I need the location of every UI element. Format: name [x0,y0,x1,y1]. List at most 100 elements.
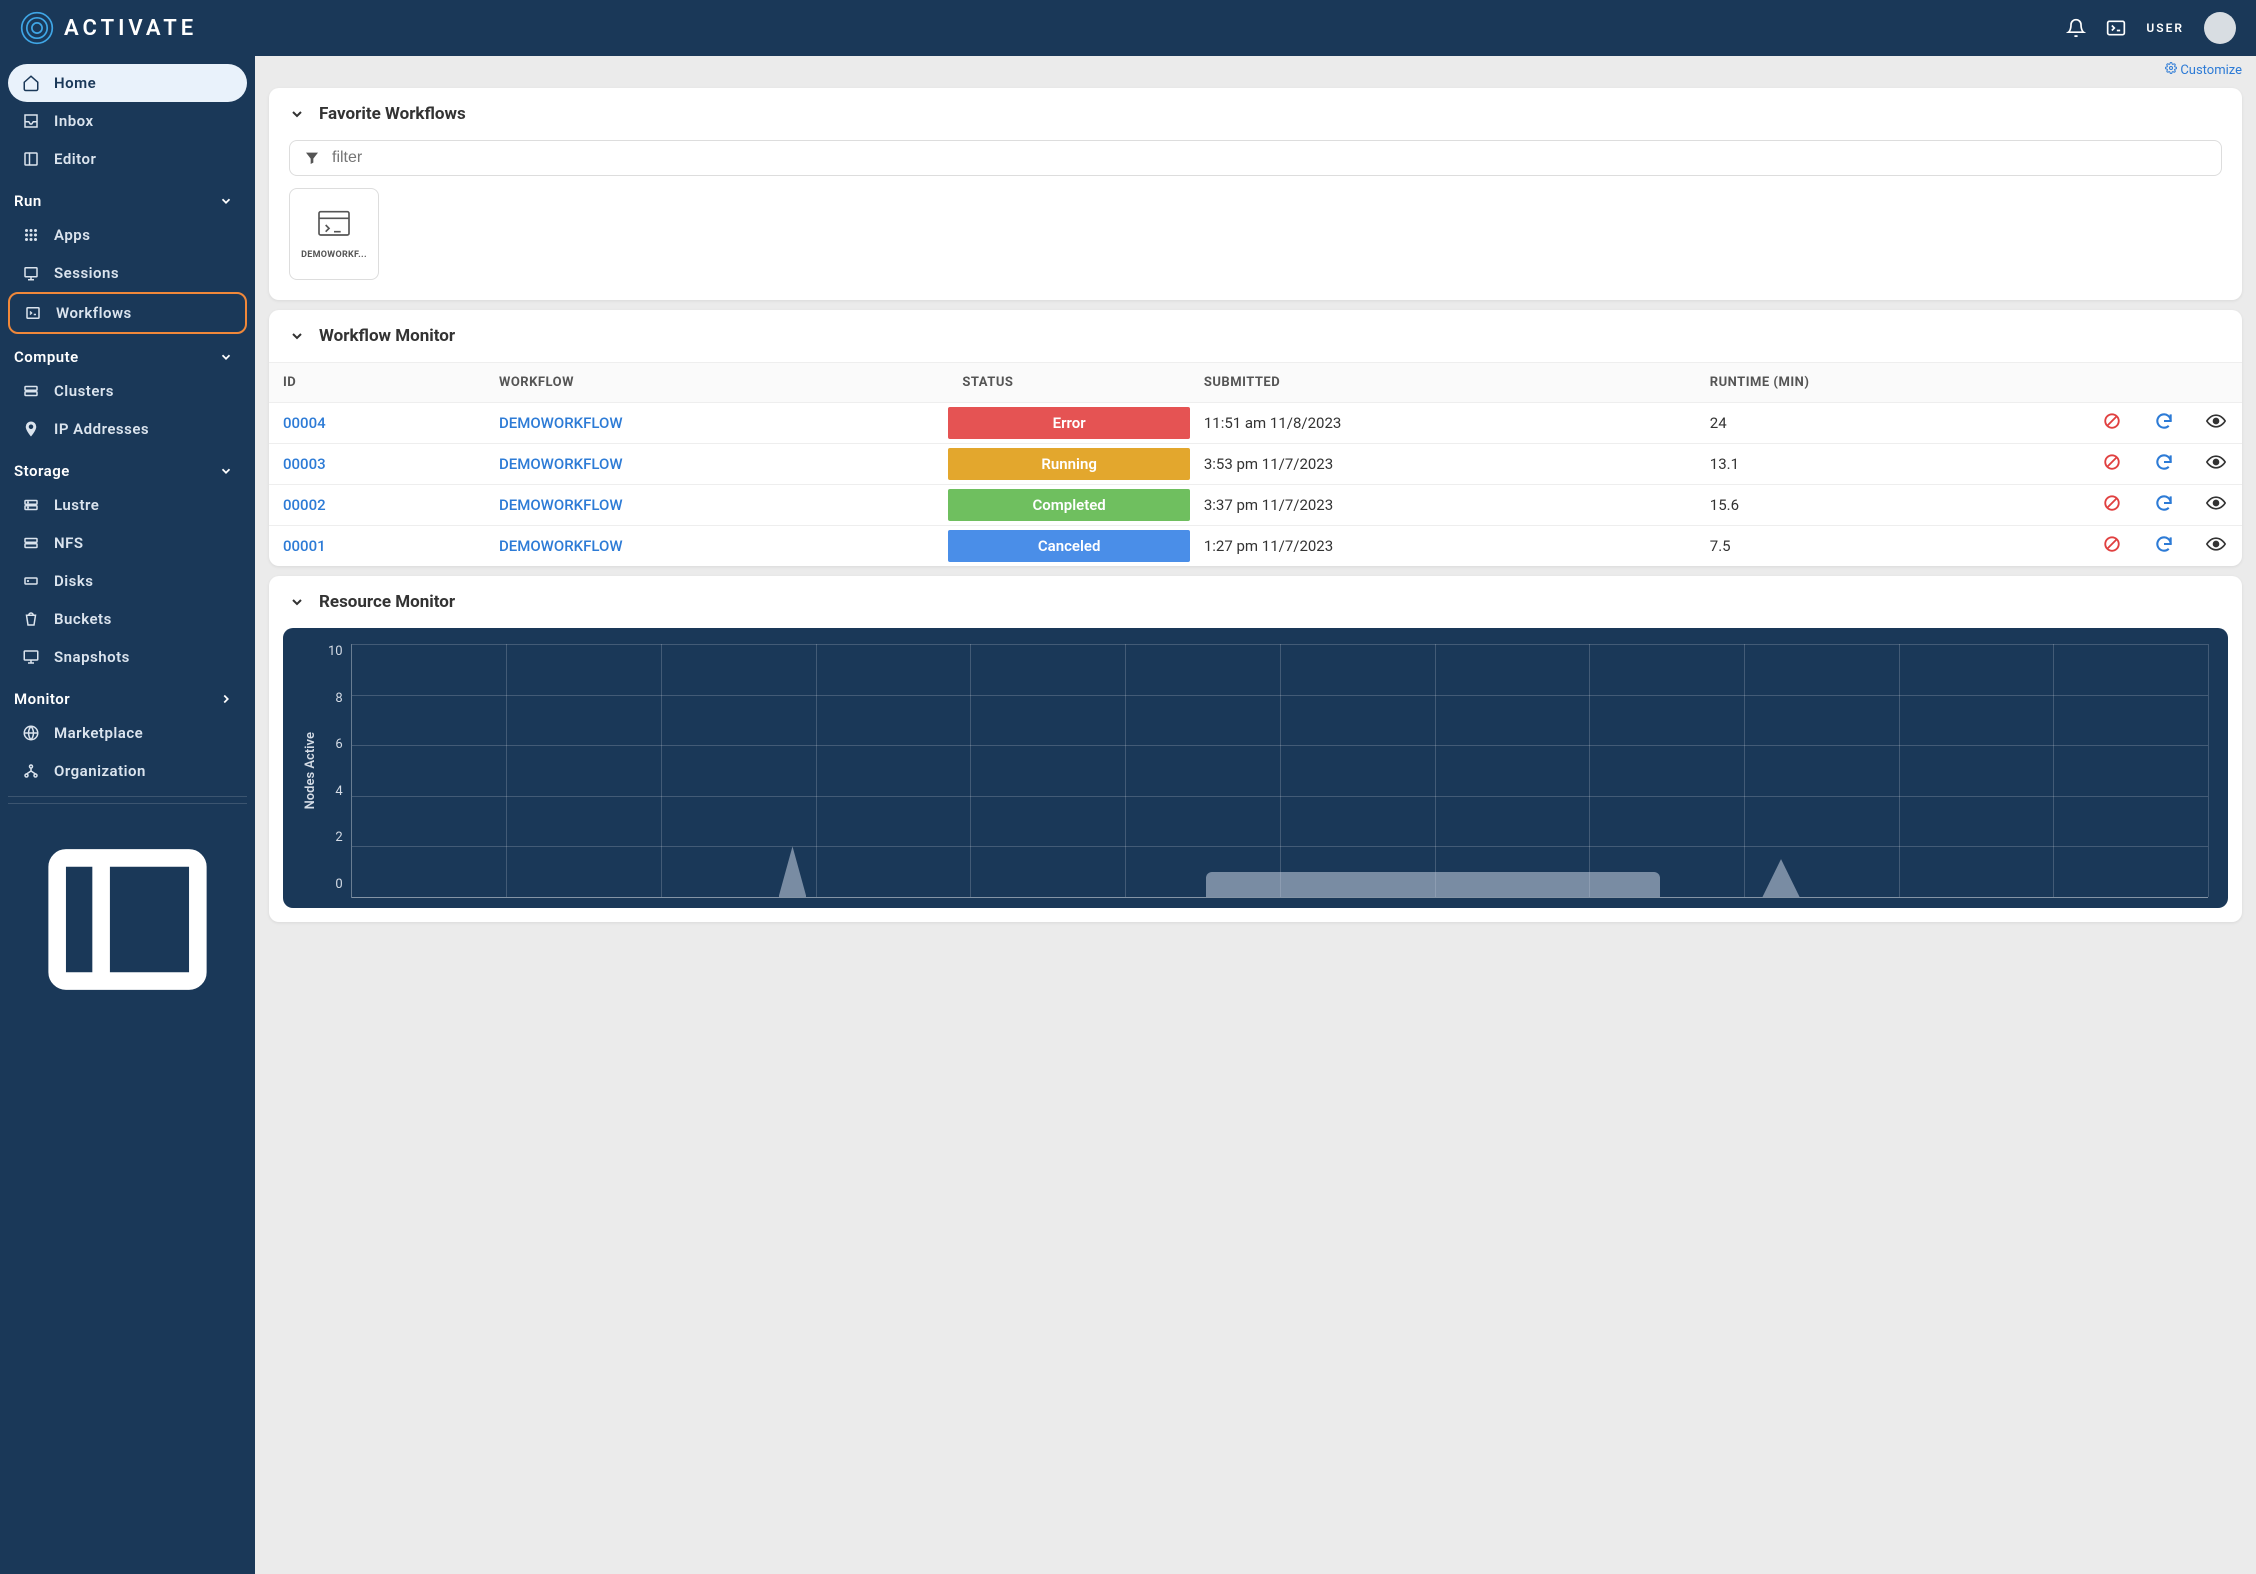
chevron-down-icon [219,464,233,478]
chevron-down-icon [219,350,233,364]
bucket-icon [22,610,40,628]
resource-header[interactable]: Resource Monitor [269,576,2242,628]
eye-icon[interactable] [2206,537,2226,551]
favorite-card[interactable]: DEMOWORKF... [289,188,379,280]
status-badge: Completed [948,489,1189,521]
favorites-panel: Favorite Workflows DEMOWORKF... [269,88,2242,300]
sidebar-item-organization[interactable]: Organization [8,752,247,790]
chart-segment [1762,859,1799,897]
cancel-icon[interactable] [2103,412,2121,430]
row-runtime: 24 [1696,403,2086,444]
gear-icon [2165,62,2177,74]
cancel-icon[interactable] [2103,535,2121,553]
sidebar-item-label: Sessions [54,264,119,282]
row-workflow[interactable]: DEMOWORKFLOW [499,414,623,432]
row-id[interactable]: 00001 [283,537,326,555]
sidebar-section-run[interactable]: Run [8,178,247,216]
retry-icon[interactable] [2154,493,2174,513]
panel-title: Resource Monitor [319,592,455,612]
retry-icon[interactable] [2154,452,2174,472]
sidebar-section-storage[interactable]: Storage [8,448,247,486]
row-workflow[interactable]: DEMOWORKFLOW [499,537,623,555]
row-id[interactable]: 00003 [283,455,326,473]
sidebar-item-marketplace[interactable]: Marketplace [8,714,247,752]
row-submitted: 3:37 pm 11/7/2023 [1190,485,1696,526]
eye-icon[interactable] [2206,455,2226,469]
sidebar-item-ip-addresses[interactable]: IP Addresses [8,410,247,448]
sidebar-item-disks[interactable]: Disks [8,562,247,600]
sidebar-item-home[interactable]: Home [8,64,247,102]
filter-box[interactable] [289,140,2222,176]
chevron-right-icon [219,692,233,706]
cancel-icon[interactable] [2103,453,2121,471]
sidebar-item-label: Home [54,74,96,92]
sidebar-item-label: NFS [54,534,84,552]
avatar[interactable] [2204,12,2236,44]
cancel-icon[interactable] [2103,494,2121,512]
sidebar-item-editor[interactable]: Editor [8,140,247,178]
sidebar-item-label: Organization [54,762,146,780]
filter-input[interactable] [332,149,2207,167]
sidebar-item-buckets[interactable]: Buckets [8,600,247,638]
logo[interactable]: ACTIVATE [20,11,197,45]
resource-chart: Nodes Active 1086420 [283,628,2228,908]
drive-icon [22,496,40,514]
user-label: USER [2146,21,2184,35]
y-tick: 8 [328,691,343,706]
row-runtime: 13.1 [1696,444,2086,485]
chart-segment [1206,872,1661,897]
sidebar-item-apps[interactable]: Apps [8,216,247,254]
chevron-down-icon [289,594,305,610]
table-row: 00001 DEMOWORKFLOW Canceled 1:27 pm 11/7… [269,526,2242,567]
workflow-table: ID WORKFLOW STATUS SUBMITTED RUNTIME (MI… [269,362,2242,566]
sidebar-item-lustre[interactable]: Lustre [8,486,247,524]
row-id[interactable]: 00002 [283,496,326,514]
favorite-card-label: DEMOWORKF... [301,250,367,260]
chart-segment [779,846,807,897]
sidebar-item-nfs[interactable]: NFS [8,524,247,562]
sidebar-item-sessions[interactable]: Sessions [8,254,247,292]
retry-icon[interactable] [2154,534,2174,554]
sidebar-item-label: Buckets [54,610,112,628]
sidebar-item-clusters[interactable]: Clusters [8,372,247,410]
chevron-down-icon [289,328,305,344]
panel-icon [22,814,233,1025]
workflows-icon [24,304,42,322]
bell-icon[interactable] [2066,18,2086,38]
row-workflow[interactable]: DEMOWORKFLOW [499,455,623,473]
customize-label: Customize [2180,63,2242,78]
sidebar-item-label: Snapshots [54,648,130,666]
globe-icon [22,724,40,742]
table-row: 00002 DEMOWORKFLOW Completed 3:37 pm 11/… [269,485,2242,526]
monitor-header[interactable]: Workflow Monitor [269,310,2242,362]
eye-icon[interactable] [2206,414,2226,428]
customize-link[interactable]: Customize [255,56,2256,78]
row-workflow[interactable]: DEMOWORKFLOW [499,496,623,514]
sidebar-item-label: Lustre [54,496,99,514]
logo-icon [20,11,54,45]
panel-title: Favorite Workflows [319,104,466,124]
retry-icon[interactable] [2154,411,2174,431]
sidebar-section-compute[interactable]: Compute [8,334,247,372]
sidebar-item-inbox[interactable]: Inbox [8,102,247,140]
sidebar-section-monitor[interactable]: Monitor [8,676,247,714]
sidebar-item-label: IP Addresses [54,420,149,438]
sidebar-item-label: Clusters [54,382,114,400]
status-badge: Canceled [948,530,1189,562]
sidebar-item-label: Apps [54,226,90,244]
workflow-file-icon [314,208,354,242]
row-id[interactable]: 00004 [283,414,326,432]
panel-title: Workflow Monitor [319,326,455,346]
favorites-header[interactable]: Favorite Workflows [269,88,2242,140]
sidebar-item-label: Editor [54,150,96,168]
eye-icon[interactable] [2206,496,2226,510]
filter-icon [304,150,320,166]
sidebar-collapse[interactable] [8,803,247,1039]
section-label: Monitor [14,690,70,708]
y-tick: 10 [328,644,343,659]
sidebar-item-snapshots[interactable]: Snapshots [8,638,247,676]
resource-monitor-panel: Resource Monitor Nodes Active 1086420 [269,576,2242,922]
sidebar-item-workflows[interactable]: Workflows [8,292,247,334]
terminal-icon[interactable] [2106,18,2126,38]
inbox-icon [22,112,40,130]
